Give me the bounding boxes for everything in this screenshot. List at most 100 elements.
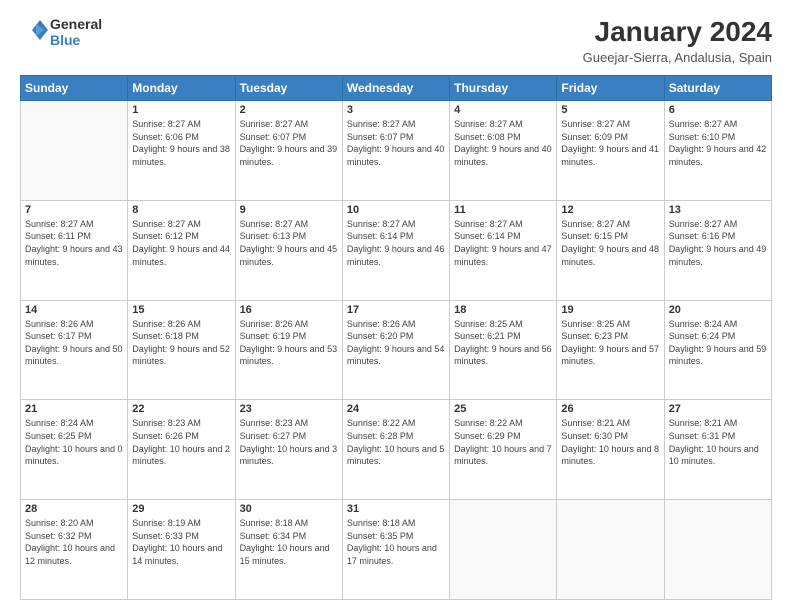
calendar-cell: 27 Sunrise: 8:21 AMSunset: 6:31 PMDayligh… — [664, 400, 771, 500]
sun-info: Sunrise: 8:27 AMSunset: 6:08 PMDaylight:… — [454, 118, 552, 168]
day-number: 16 — [240, 304, 338, 316]
sun-info: Sunrise: 8:27 AMSunset: 6:06 PMDaylight:… — [132, 118, 230, 168]
calendar-cell: 12 Sunrise: 8:27 AMSunset: 6:15 PMDayligh… — [557, 200, 664, 300]
day-number: 4 — [454, 104, 552, 116]
day-number: 23 — [240, 403, 338, 415]
calendar-cell: 4 Sunrise: 8:27 AMSunset: 6:08 PMDaylight… — [450, 101, 557, 201]
calendar-cell — [557, 500, 664, 600]
calendar-cell: 11 Sunrise: 8:27 AMSunset: 6:14 PMDayligh… — [450, 200, 557, 300]
day-number: 29 — [132, 503, 230, 515]
sun-info: Sunrise: 8:26 AMSunset: 6:19 PMDaylight:… — [240, 318, 338, 368]
day-number: 2 — [240, 104, 338, 116]
sun-info: Sunrise: 8:25 AMSunset: 6:21 PMDaylight:… — [454, 318, 552, 368]
day-number: 17 — [347, 304, 445, 316]
sun-info: Sunrise: 8:27 AMSunset: 6:12 PMDaylight:… — [132, 218, 230, 268]
sun-info: Sunrise: 8:27 AMSunset: 6:16 PMDaylight:… — [669, 218, 767, 268]
calendar-cell: 13 Sunrise: 8:27 AMSunset: 6:16 PMDayligh… — [664, 200, 771, 300]
day-number: 28 — [25, 503, 123, 515]
sun-info: Sunrise: 8:27 AMSunset: 6:14 PMDaylight:… — [347, 218, 445, 268]
month-title: January 2024 — [583, 16, 772, 48]
day-number: 20 — [669, 304, 767, 316]
logo: General Blue — [20, 16, 102, 48]
calendar-cell: 31Sunrise: 8:18 AMSunset: 6:35 PMDayligh… — [342, 500, 449, 600]
calendar-cell: 25 Sunrise: 8:22 AMSunset: 6:29 PMDayligh… — [450, 400, 557, 500]
sun-info: Sunrise: 8:20 AMSunset: 6:32 PMDaylight:… — [25, 517, 123, 567]
calendar-cell: 7Sunrise: 8:27 AMSunset: 6:11 PMDaylight… — [21, 200, 128, 300]
calendar-header-tuesday: Tuesday — [235, 76, 342, 101]
sun-info: Sunrise: 8:26 AMSunset: 6:18 PMDaylight:… — [132, 318, 230, 368]
day-number: 5 — [561, 104, 659, 116]
calendar-cell: 30 Sunrise: 8:18 AMSunset: 6:34 PMDayligh… — [235, 500, 342, 600]
calendar-week-3: 21Sunrise: 8:24 AMSunset: 6:25 PMDayligh… — [21, 400, 772, 500]
calendar-cell: 21Sunrise: 8:24 AMSunset: 6:25 PMDayligh… — [21, 400, 128, 500]
day-number: 15 — [132, 304, 230, 316]
calendar-week-2: 14 Sunrise: 8:26 AMSunset: 6:17 PMDayligh… — [21, 300, 772, 400]
day-number: 12 — [561, 204, 659, 216]
calendar-header-friday: Friday — [557, 76, 664, 101]
day-number: 14 — [25, 304, 123, 316]
sun-info: Sunrise: 8:18 AMSunset: 6:35 PMDaylight:… — [347, 517, 445, 567]
sun-info: Sunrise: 8:21 AMSunset: 6:30 PMDaylight:… — [561, 417, 659, 467]
sun-info: Sunrise: 8:27 AMSunset: 6:14 PMDaylight:… — [454, 218, 552, 268]
sun-info: Sunrise: 8:23 AMSunset: 6:26 PMDaylight:… — [132, 417, 230, 467]
sun-info: Sunrise: 8:26 AMSunset: 6:20 PMDaylight:… — [347, 318, 445, 368]
location: Gueejar-Sierra, Andalusia, Spain — [583, 50, 772, 65]
sun-info: Sunrise: 8:27 AMSunset: 6:11 PMDaylight:… — [25, 218, 123, 268]
sun-info: Sunrise: 8:22 AMSunset: 6:28 PMDaylight:… — [347, 417, 445, 467]
sun-info: Sunrise: 8:27 AMSunset: 6:09 PMDaylight:… — [561, 118, 659, 168]
calendar-cell: 16 Sunrise: 8:26 AMSunset: 6:19 PMDayligh… — [235, 300, 342, 400]
day-number: 8 — [132, 204, 230, 216]
calendar-header-row: SundayMondayTuesdayWednesdayThursdayFrid… — [21, 76, 772, 101]
calendar-cell: 1Sunrise: 8:27 AMSunset: 6:06 PMDaylight… — [128, 101, 235, 201]
calendar-week-4: 28 Sunrise: 8:20 AMSunset: 6:32 PMDayligh… — [21, 500, 772, 600]
day-number: 26 — [561, 403, 659, 415]
day-number: 25 — [454, 403, 552, 415]
sun-info: Sunrise: 8:21 AMSunset: 6:31 PMDaylight:… — [669, 417, 767, 467]
day-number: 30 — [240, 503, 338, 515]
calendar-cell: 23 Sunrise: 8:23 AMSunset: 6:27 PMDayligh… — [235, 400, 342, 500]
sun-info: Sunrise: 8:19 AMSunset: 6:33 PMDaylight:… — [132, 517, 230, 567]
sun-info: Sunrise: 8:27 AMSunset: 6:13 PMDaylight:… — [240, 218, 338, 268]
calendar-cell — [21, 101, 128, 201]
calendar-cell: 14 Sunrise: 8:26 AMSunset: 6:17 PMDayligh… — [21, 300, 128, 400]
calendar-cell: 28 Sunrise: 8:20 AMSunset: 6:32 PMDayligh… — [21, 500, 128, 600]
sun-info: Sunrise: 8:22 AMSunset: 6:29 PMDaylight:… — [454, 417, 552, 467]
sun-info: Sunrise: 8:24 AMSunset: 6:25 PMDaylight:… — [25, 417, 123, 467]
sun-info: Sunrise: 8:26 AMSunset: 6:17 PMDaylight:… — [25, 318, 123, 368]
calendar-cell: 6Sunrise: 8:27 AMSunset: 6:10 PMDaylight… — [664, 101, 771, 201]
calendar-header-saturday: Saturday — [664, 76, 771, 101]
day-number: 18 — [454, 304, 552, 316]
sun-info: Sunrise: 8:27 AMSunset: 6:10 PMDaylight:… — [669, 118, 767, 168]
sun-info: Sunrise: 8:27 AMSunset: 6:15 PMDaylight:… — [561, 218, 659, 268]
day-number: 24 — [347, 403, 445, 415]
calendar-week-1: 7Sunrise: 8:27 AMSunset: 6:11 PMDaylight… — [21, 200, 772, 300]
day-number: 11 — [454, 204, 552, 216]
calendar-cell: 24 Sunrise: 8:22 AMSunset: 6:28 PMDayligh… — [342, 400, 449, 500]
sun-info: Sunrise: 8:18 AMSunset: 6:34 PMDaylight:… — [240, 517, 338, 567]
day-number: 27 — [669, 403, 767, 415]
day-number: 13 — [669, 204, 767, 216]
calendar-cell: 10 Sunrise: 8:27 AMSunset: 6:14 PMDayligh… — [342, 200, 449, 300]
day-number: 10 — [347, 204, 445, 216]
title-block: January 2024 Gueejar-Sierra, Andalusia, … — [583, 16, 772, 65]
calendar-cell: 29 Sunrise: 8:19 AMSunset: 6:33 PMDayligh… — [128, 500, 235, 600]
sun-info: Sunrise: 8:27 AMSunset: 6:07 PMDaylight:… — [347, 118, 445, 168]
calendar-cell: 5 Sunrise: 8:27 AMSunset: 6:09 PMDaylight… — [557, 101, 664, 201]
calendar-cell: 18 Sunrise: 8:25 AMSunset: 6:21 PMDayligh… — [450, 300, 557, 400]
logo-icon — [20, 16, 48, 44]
sun-info: Sunrise: 8:25 AMSunset: 6:23 PMDaylight:… — [561, 318, 659, 368]
sun-info: Sunrise: 8:23 AMSunset: 6:27 PMDaylight:… — [240, 417, 338, 467]
day-number: 9 — [240, 204, 338, 216]
day-number: 22 — [132, 403, 230, 415]
calendar-cell — [664, 500, 771, 600]
calendar-header-sunday: Sunday — [21, 76, 128, 101]
calendar-cell: 17 Sunrise: 8:26 AMSunset: 6:20 PMDayligh… — [342, 300, 449, 400]
header: General Blue January 2024 Gueejar-Sierra… — [20, 16, 772, 65]
calendar-cell: 22 Sunrise: 8:23 AMSunset: 6:26 PMDayligh… — [128, 400, 235, 500]
calendar-cell — [450, 500, 557, 600]
day-number: 3 — [347, 104, 445, 116]
page: General Blue January 2024 Gueejar-Sierra… — [0, 0, 792, 612]
calendar-cell: 8 Sunrise: 8:27 AMSunset: 6:12 PMDaylight… — [128, 200, 235, 300]
calendar-cell: 3 Sunrise: 8:27 AMSunset: 6:07 PMDaylight… — [342, 101, 449, 201]
calendar-cell: 19Sunrise: 8:25 AMSunset: 6:23 PMDayligh… — [557, 300, 664, 400]
